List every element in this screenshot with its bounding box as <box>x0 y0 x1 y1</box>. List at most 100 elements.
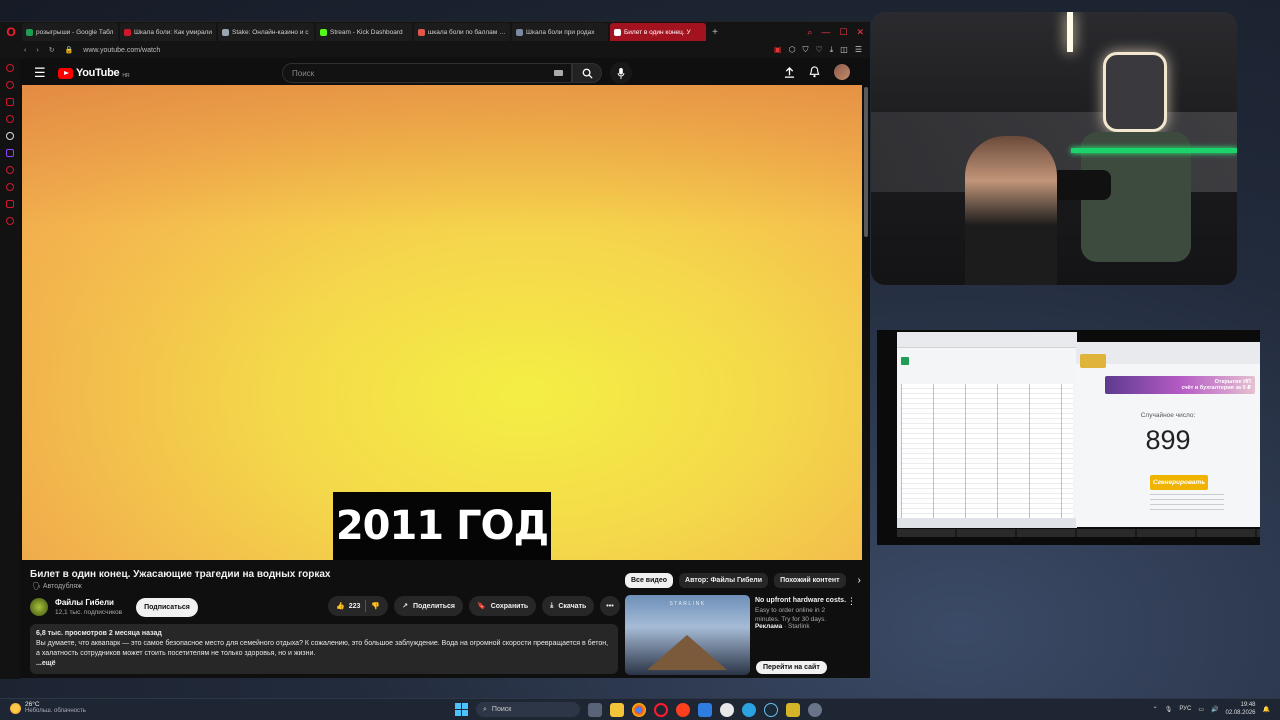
description-box[interactable]: 6,8 тыс. просмотров 2 месяца назад Вы ду… <box>30 624 618 674</box>
share-button[interactable]: ↗ Поделиться <box>394 596 464 616</box>
forward-icon[interactable]: › <box>36 47 38 54</box>
opera-icon[interactable] <box>654 702 668 717</box>
tab-favicon-icon <box>516 28 523 36</box>
minimize-icon[interactable]: — <box>821 27 830 38</box>
volume-icon[interactable]: 🔊 <box>1211 706 1218 713</box>
sidebar-aria-icon[interactable] <box>6 64 14 72</box>
channel-name[interactable]: Файлы Гибели <box>55 598 122 607</box>
browser-tab[interactable]: Шкала боли: Как умирали <box>120 23 216 41</box>
ad-menu-icon[interactable]: ⋮ <box>847 596 856 607</box>
browser-tab[interactable]: Stake: Онлайн-казино и с <box>218 23 314 41</box>
more-icon: ••• <box>606 602 614 610</box>
ad-thumbnail[interactable]: STARLINK <box>625 595 750 675</box>
downloads-icon[interactable]: ⤓ <box>830 45 834 55</box>
sidebar-instagram-icon[interactable] <box>6 115 14 123</box>
voice-search-button[interactable] <box>610 62 632 84</box>
youtube-wordmark: YouTube <box>76 67 120 79</box>
camera-icon[interactable]: ▣ <box>774 45 782 55</box>
settings-icon[interactable] <box>808 702 822 717</box>
chip-similar[interactable]: Похожий контент <box>774 573 846 588</box>
chevron-up-icon[interactable]: ⌃ <box>1153 706 1158 713</box>
sidebar-history-icon[interactable] <box>6 166 14 174</box>
avatar[interactable] <box>834 64 850 80</box>
checkmark-app-icon[interactable] <box>698 702 712 717</box>
telegram-icon[interactable] <box>742 702 756 717</box>
keyboard-icon[interactable] <box>554 70 563 76</box>
download-button[interactable]: ⤓ Скачать <box>542 596 595 616</box>
windows-start-icon[interactable] <box>455 703 468 716</box>
ad-cta-button[interactable]: Перейти на сайт <box>756 661 827 674</box>
chip-by-author[interactable]: Автор: Файлы Гибели <box>679 573 769 588</box>
house-roof-shape <box>647 635 727 670</box>
app-icon[interactable] <box>786 702 800 717</box>
weather-widget[interactable]: 26°C Небольш. облачность <box>10 701 86 715</box>
upload-icon[interactable] <box>784 66 795 78</box>
chip-all-videos[interactable]: Все видео <box>625 573 674 588</box>
notifications-icon[interactable] <box>809 66 820 78</box>
steam-icon[interactable] <box>764 702 778 717</box>
save-label: Сохранить <box>490 602 529 610</box>
page-scrollbar[interactable] <box>864 87 868 237</box>
banner-text: Открытие ИП счёт и бухгалтерия за 0 ₽ <box>1181 379 1251 391</box>
back-icon[interactable]: ‹ <box>24 47 26 54</box>
thumbs-down-icon[interactable]: 👎 <box>371 602 380 610</box>
ad-card[interactable]: STARLINK No upfront hardware costs. Easy… <box>625 595 856 675</box>
file-explorer-icon[interactable] <box>610 702 624 717</box>
sidebar-downloads-icon[interactable] <box>6 200 14 208</box>
sidebar-twitch-icon[interactable] <box>6 149 14 157</box>
generate-button: Сгенерировать <box>1150 475 1208 490</box>
search-placeholder: Поиск <box>292 68 315 78</box>
maximize-icon[interactable]: ☐ <box>839 27 847 38</box>
taskbar-search[interactable]: ⌕ Поиск <box>476 702 580 717</box>
yandex-icon[interactable] <box>676 702 690 717</box>
obs-icon[interactable] <box>720 702 734 717</box>
save-button[interactable]: 🔖 Сохранить <box>469 596 537 616</box>
search-icon <box>582 68 593 79</box>
browser-tab[interactable]: шкала боли по баллам ро <box>414 23 510 41</box>
ad-title: No upfront hardware costs. <box>755 597 847 604</box>
youtube-logo[interactable]: YouTube HR <box>58 67 130 79</box>
chrome-icon[interactable] <box>632 702 646 717</box>
sidebar-settings-icon[interactable] <box>6 217 14 225</box>
more-actions-button[interactable]: ••• <box>600 596 620 616</box>
description-more-link[interactable]: ...ещё <box>36 659 612 669</box>
sidebar-kick-icon[interactable] <box>6 132 14 140</box>
browser-tab[interactable]: розыгрыши - Google Табл <box>22 23 118 41</box>
close-icon[interactable]: ✕ <box>856 27 864 38</box>
chevron-right-icon[interactable]: › <box>852 575 861 586</box>
browser-tab[interactable]: Stream - Kick Dashboard <box>316 23 412 41</box>
guide-menu-icon[interactable]: ☰ <box>34 65 48 81</box>
reload-icon[interactable]: ↻ <box>49 46 55 54</box>
clock[interactable]: 19:48 02.08.2026 <box>1225 701 1255 717</box>
mic-tray-icon[interactable]: 🎙 <box>1165 706 1173 713</box>
sidebar-player-icon[interactable] <box>6 98 14 106</box>
task-view-icon[interactable] <box>588 702 602 717</box>
tab-label: Билет в один конец. У <box>624 28 691 36</box>
sidebar-messenger-icon[interactable] <box>6 81 14 89</box>
search-tabs-icon[interactable]: ⌕ <box>807 27 812 38</box>
notification-bell-icon[interactable]: 🔔 <box>1263 706 1270 713</box>
channel-avatar[interactable] <box>30 598 48 616</box>
monitor-icon[interactable]: ▭ <box>1198 706 1204 713</box>
sidebar-bookmarks-icon[interactable] <box>6 183 14 191</box>
weather-text: 26°C Небольш. облачность <box>25 701 86 715</box>
browser-tab[interactable]: Шкала боли при родах <box>512 23 608 41</box>
shield-icon[interactable]: ⛉ <box>803 45 809 55</box>
browser-tab[interactable]: Билет в один конец. У <box>610 23 706 41</box>
opera-logo-icon[interactable]: O <box>0 22 22 42</box>
like-button[interactable]: 👍 223 <box>336 602 360 611</box>
lang-indicator[interactable]: РУС <box>1179 706 1191 712</box>
video-player[interactable]: 2011 ГОД <box>22 85 862 560</box>
menu-icon[interactable]: ☰ <box>855 45 862 55</box>
snapshot-icon[interactable]: ◫ <box>840 45 848 55</box>
new-tab-button[interactable]: + <box>708 27 722 38</box>
search-input[interactable]: Поиск <box>282 63 572 83</box>
sheet-toolbar <box>897 332 1077 348</box>
webcam-mirror <box>1103 52 1167 132</box>
heart-icon[interactable]: ♡ <box>816 45 823 55</box>
search-button[interactable] <box>572 63 602 83</box>
subscribe-button[interactable]: Подписаться <box>136 597 198 617</box>
url-field[interactable]: www.youtube.com/watch <box>83 47 160 54</box>
weather-desc: Небольш. облачность <box>25 708 86 714</box>
extension-icon[interactable]: ⬡ <box>789 45 796 55</box>
